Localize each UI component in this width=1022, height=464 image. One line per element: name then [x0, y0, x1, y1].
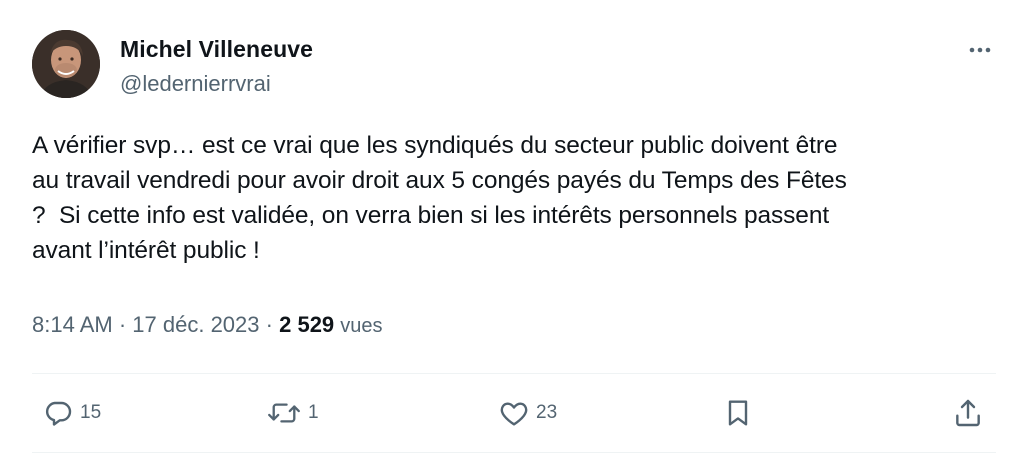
views-label: vues [340, 315, 383, 337]
retweet-icon [268, 403, 300, 423]
bookmark-icon [728, 400, 748, 426]
tweet-card: Michel Villeneuve @ledernierrvrai A véri… [14, 0, 1014, 464]
avatar[interactable] [32, 30, 100, 98]
reply-button[interactable]: 15 [42, 395, 101, 431]
like-button[interactable]: 23 [498, 395, 557, 431]
meta-separator: · [118, 312, 127, 337]
more-button[interactable] [964, 34, 996, 66]
share-icon [956, 399, 980, 427]
retweet-count: 1 [308, 402, 319, 423]
more-icon [969, 47, 991, 53]
author-name[interactable]: Michel Villeneuve [120, 36, 313, 63]
meta-separator: · [265, 312, 273, 337]
divider [32, 373, 996, 374]
views-count[interactable]: 2 529 [279, 312, 334, 337]
reply-count: 15 [80, 402, 102, 423]
author-handle[interactable]: @ledernierrvrai [120, 71, 271, 97]
divider [32, 452, 996, 453]
share-button[interactable] [952, 395, 984, 431]
bookmark-button[interactable] [722, 395, 754, 431]
like-icon [500, 402, 528, 426]
tweet-date[interactable]: 17 déc. 2023 [132, 312, 259, 337]
tweet-meta: 8:14 AM · 17 déc. 2023 · 2 529 vues [32, 312, 383, 338]
tweet-text: A vérifier svp… est ce vrai que les synd… [32, 132, 847, 264]
like-count: 23 [536, 402, 558, 423]
tweet-time[interactable]: 8:14 AM [32, 312, 113, 337]
reply-icon [45, 401, 72, 426]
retweet-button[interactable]: 1 [266, 395, 319, 431]
